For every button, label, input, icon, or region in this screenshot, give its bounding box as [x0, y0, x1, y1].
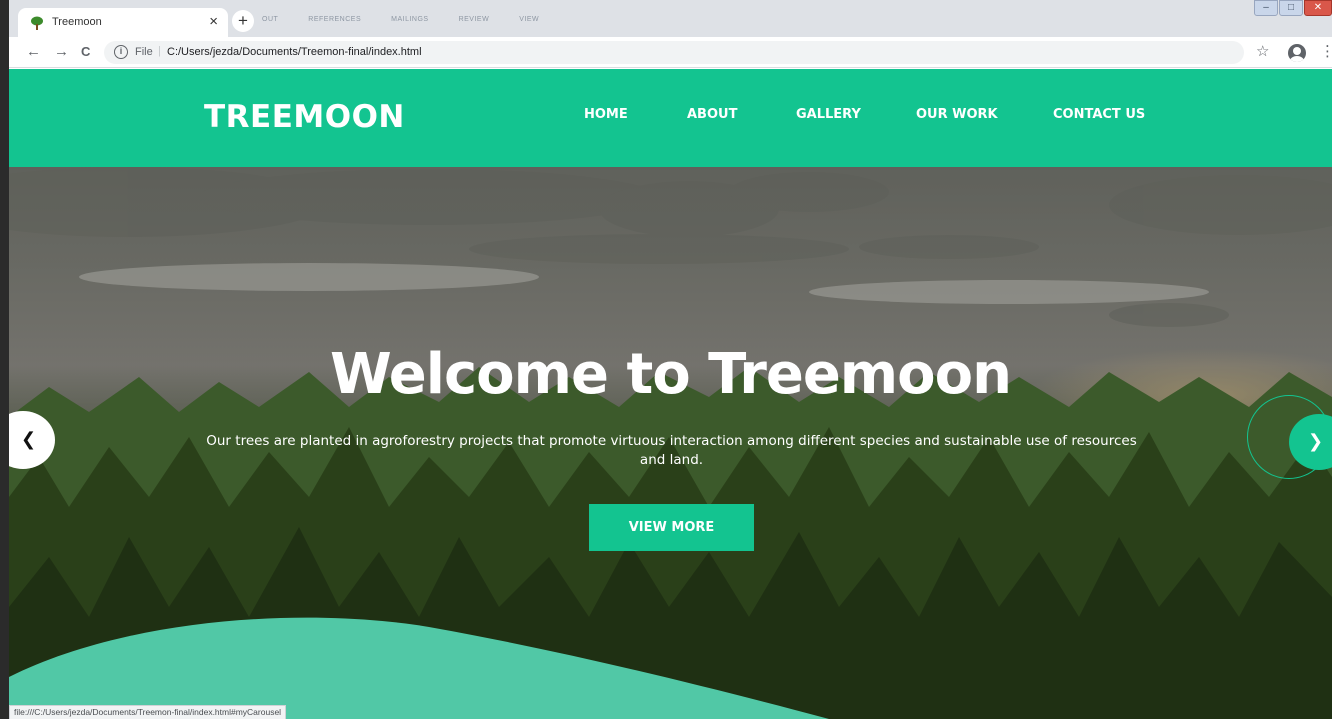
nav-about[interactable]: ABOUT	[687, 107, 737, 122]
browser-tabstrip: Treemoon × + OUT REFERENCES MAILINGS REV…	[0, 0, 1332, 37]
hero-wave-divider	[9, 617, 829, 719]
tree-icon	[31, 16, 43, 30]
browser-toolbar: ← → C i File | C:/Users/jezda/Documents/…	[0, 37, 1332, 68]
close-window-button[interactable]: ✕	[1304, 0, 1332, 16]
status-bar-url: file:///C:/Users/jezda/Documents/Treemon…	[9, 705, 287, 719]
nav-our-work[interactable]: OUR WORK	[916, 107, 998, 122]
nav-gallery[interactable]: GALLERY	[796, 107, 861, 122]
forward-arrow-icon[interactable]: →	[54, 43, 69, 61]
brand-logo[interactable]: TREEMOON	[204, 99, 405, 135]
account-circle-icon[interactable]	[1288, 44, 1306, 62]
background-ribbon-labels: OUT REFERENCES MAILINGS REVIEW VIEW	[262, 16, 539, 23]
url-text[interactable]: C:/Users/jezda/Documents/Treemon-final/i…	[167, 46, 422, 58]
address-bar[interactable]: i File | C:/Users/jezda/Documents/Treemo…	[104, 41, 1244, 64]
info-icon[interactable]: i	[114, 45, 128, 59]
window-edge	[0, 0, 9, 719]
more-menu-icon[interactable]: ⋮	[1320, 43, 1332, 61]
window-controls: – □ ✕	[1253, 0, 1332, 16]
maximize-button[interactable]: □	[1279, 0, 1303, 16]
url-scheme-label: File	[135, 46, 153, 58]
reload-icon[interactable]: C	[81, 43, 90, 61]
tab-title: Treemoon	[52, 16, 102, 28]
url-separator: |	[158, 45, 161, 57]
ghost-label: REFERENCES	[308, 16, 362, 23]
nav-contact-us[interactable]: CONTACT US	[1053, 107, 1145, 122]
hero-carousel: Welcome to Treemoon Our trees are plante…	[9, 167, 1332, 719]
browser-tab-treemoon[interactable]: Treemoon ×	[18, 8, 228, 37]
nav-home[interactable]: HOME	[584, 107, 628, 122]
ghost-label: MAILINGS	[391, 16, 429, 23]
back-arrow-icon[interactable]: ←	[26, 43, 41, 61]
ghost-label: REVIEW	[458, 16, 490, 23]
ghost-label: VIEW	[519, 16, 540, 23]
new-tab-button[interactable]: +	[232, 10, 254, 32]
bookmark-star-icon[interactable]: ☆	[1256, 43, 1269, 61]
ghost-label: OUT	[262, 16, 279, 23]
tab-close-icon[interactable]: ×	[209, 12, 218, 32]
site-header: TREEMOON HOME ABOUT GALLERY OUR WORK CON…	[9, 69, 1332, 167]
minimize-button[interactable]: –	[1254, 0, 1278, 16]
